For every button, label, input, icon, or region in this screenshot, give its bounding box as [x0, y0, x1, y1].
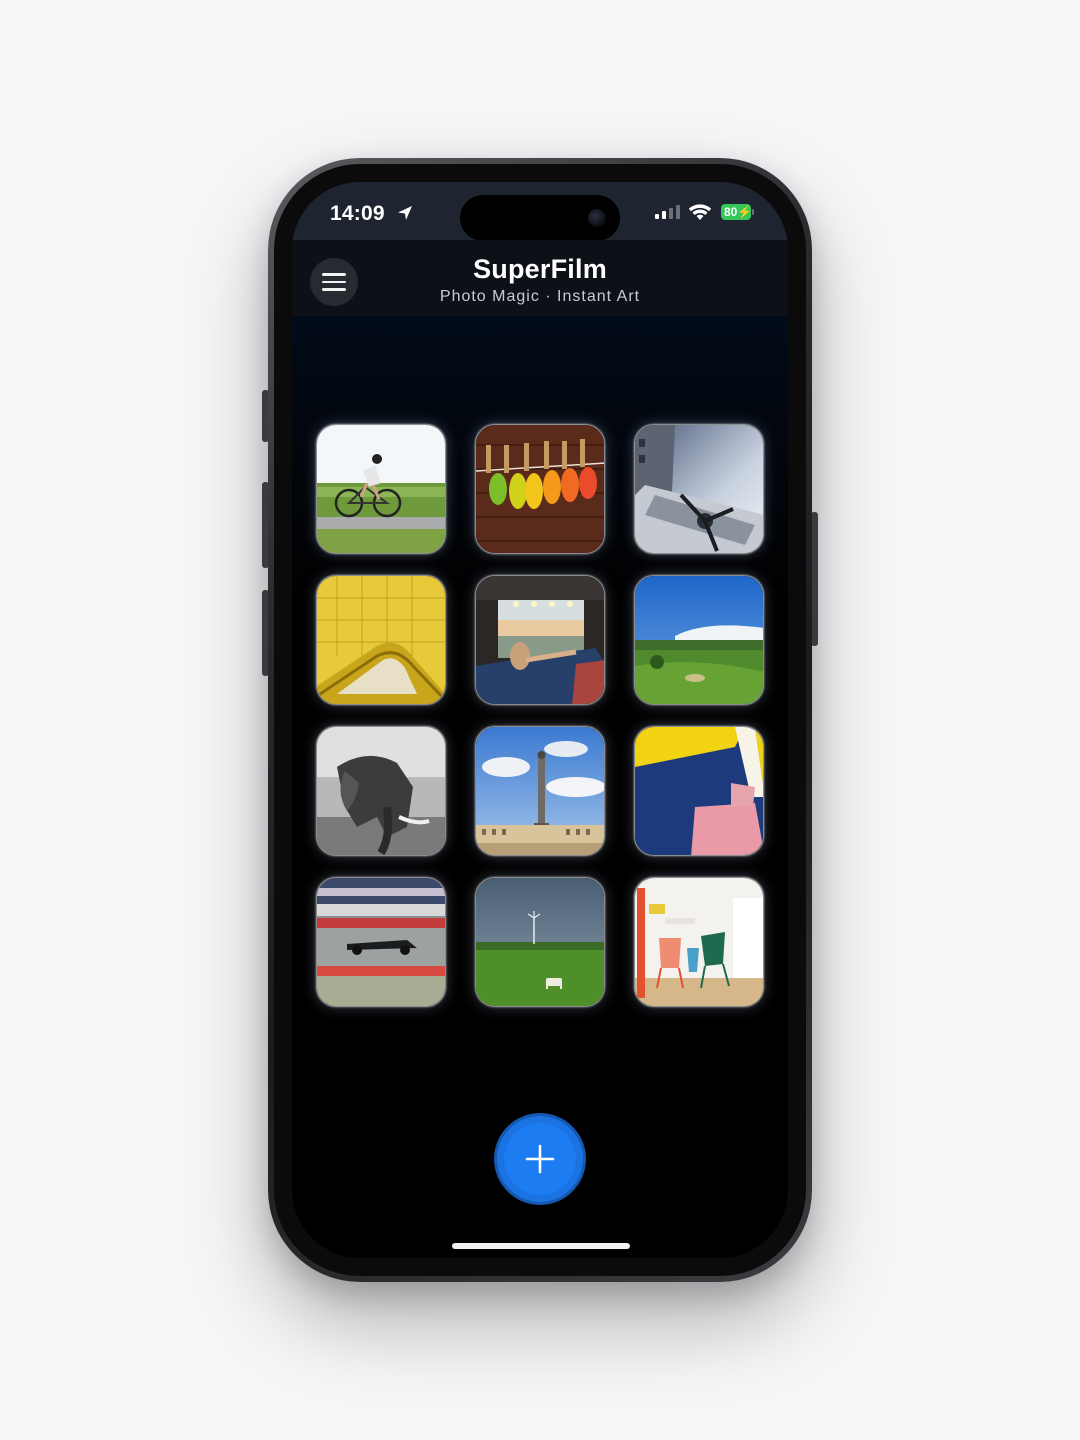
photo-tile-cow-field[interactable] — [475, 877, 605, 1007]
race-car-photo — [317, 878, 445, 1006]
elephant-photo — [317, 727, 445, 855]
yellow-wall-photo — [317, 576, 445, 704]
add-photo-button[interactable] — [497, 1116, 583, 1202]
van-photo — [476, 576, 604, 704]
photo-tile-abstract-wall[interactable] — [634, 726, 764, 856]
column-photo — [476, 727, 604, 855]
cyclist-photo — [317, 425, 445, 553]
photo-tile-yellow-wall[interactable] — [316, 575, 446, 705]
chairs-photo — [635, 878, 763, 1006]
photo-tile-cyclist[interactable] — [316, 424, 446, 554]
landscape-photo — [635, 576, 763, 704]
photo-tile-chairs[interactable] — [634, 877, 764, 1007]
photo-tile-race-car[interactable] — [316, 877, 446, 1007]
photo-tile-leaves[interactable] — [475, 424, 605, 554]
phone-screen: 14:09 80⚡ SuperFilm Photo Magic · Instan… — [292, 182, 788, 1258]
plus-icon — [525, 1144, 555, 1174]
photo-grid — [292, 182, 788, 1258]
airplane-photo — [635, 425, 763, 553]
photo-tile-column[interactable] — [475, 726, 605, 856]
add-button-inner — [504, 1123, 576, 1195]
home-indicator[interactable] — [452, 1243, 630, 1249]
photo-tile-landscape[interactable] — [634, 575, 764, 705]
photo-tile-elephant[interactable] — [316, 726, 446, 856]
photo-tile-van[interactable] — [475, 575, 605, 705]
cow-field-photo — [476, 878, 604, 1006]
abstract-wall-photo — [635, 727, 763, 855]
leaves-photo — [476, 425, 604, 553]
power-button — [811, 512, 818, 646]
photo-tile-airplane[interactable] — [634, 424, 764, 554]
